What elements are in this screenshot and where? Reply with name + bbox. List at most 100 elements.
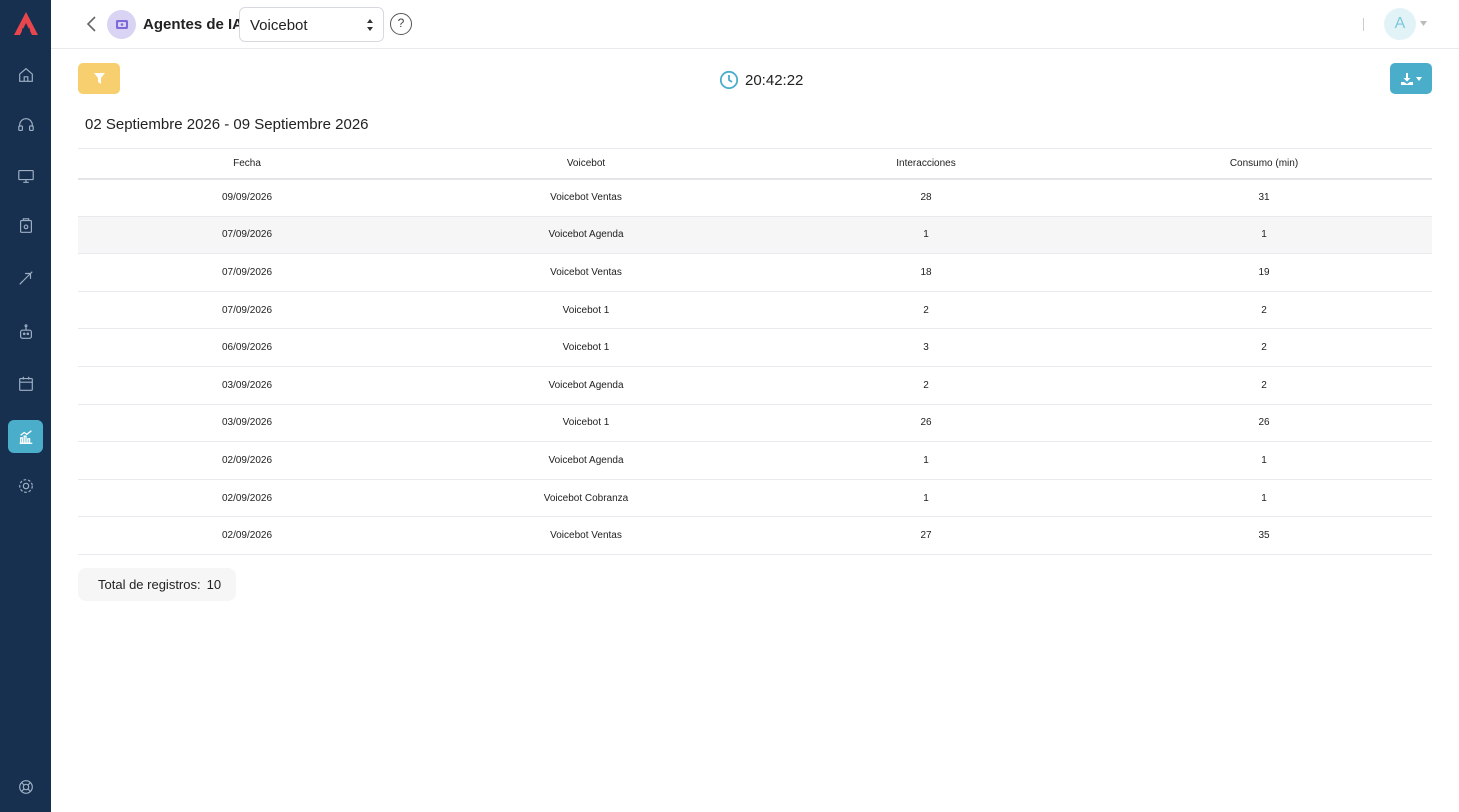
chevron-down-icon <box>1415 76 1422 81</box>
total-records: Total de registros: 10 <box>78 568 236 601</box>
column-header-consumo[interactable]: Consumo (min) <box>1096 148 1432 180</box>
cell-interacciones: 26 <box>756 404 1096 443</box>
cell-consumo: 26 <box>1096 404 1432 443</box>
user-avatar[interactable]: A <box>1384 8 1416 40</box>
report-table: Fecha Voicebot Interacciones Consumo (mi… <box>78 148 1432 555</box>
download-button[interactable] <box>1390 63 1432 94</box>
divider <box>1363 18 1364 31</box>
column-header-interacciones[interactable]: Interacciones <box>756 148 1096 180</box>
cell-voicebot: Voicebot 1 <box>416 328 756 367</box>
sidebar-item-reports[interactable] <box>8 420 43 453</box>
logo-icon[interactable] <box>12 10 40 38</box>
clock-time: 20:42:22 <box>745 72 804 89</box>
filter-button[interactable] <box>78 63 120 94</box>
table-row: 02/09/2026 Voicebot Cobranza 1 1 <box>78 479 1432 518</box>
help-button[interactable]: ? <box>390 13 412 35</box>
filter-icon <box>93 73 105 84</box>
headset-icon <box>17 117 34 131</box>
cell-interacciones: 1 <box>756 216 1096 255</box>
ai-agent-icon <box>107 10 136 39</box>
cell-consumo: 1 <box>1096 216 1432 255</box>
cell-consumo: 31 <box>1096 178 1432 217</box>
table-row: 07/09/2026 Voicebot Ventas 18 19 <box>78 253 1432 292</box>
table-row: 02/09/2026 Voicebot Agenda 1 1 <box>78 441 1432 480</box>
table-header-row: Fecha Voicebot Interacciones Consumo (mi… <box>78 148 1432 180</box>
cell-consumo: 2 <box>1096 366 1432 405</box>
bag-icon <box>19 217 32 233</box>
robot-icon <box>19 323 32 339</box>
cell-fecha: 02/09/2026 <box>78 516 416 555</box>
settings-icon <box>18 478 33 493</box>
chart-icon <box>19 429 32 444</box>
cell-consumo: 35 <box>1096 516 1432 555</box>
column-header-fecha[interactable]: Fecha <box>78 148 416 180</box>
cell-fecha: 06/09/2026 <box>78 328 416 367</box>
cell-voicebot: Voicebot 1 <box>416 291 756 330</box>
top-bar: Agentes de IA: Voicebot ? A <box>51 0 1459 49</box>
sidebar-item-launch[interactable] <box>8 261 43 294</box>
cell-interacciones: 28 <box>756 178 1096 217</box>
cell-interacciones: 1 <box>756 479 1096 518</box>
sidebar-item-monitor[interactable] <box>8 159 43 192</box>
sidebar-item-bots[interactable] <box>8 315 43 348</box>
cell-fecha: 03/09/2026 <box>78 366 416 405</box>
cell-interacciones: 3 <box>756 328 1096 367</box>
cell-interacciones: 2 <box>756 366 1096 405</box>
cell-consumo: 19 <box>1096 253 1432 292</box>
table-row: 09/09/2026 Voicebot Ventas 28 31 <box>78 178 1432 217</box>
clock-icon <box>719 70 739 90</box>
agent-type-select[interactable]: Voicebot <box>239 7 384 42</box>
table-row: 07/09/2026 Voicebot Agenda 1 1 <box>78 216 1432 255</box>
cell-fecha: 03/09/2026 <box>78 404 416 443</box>
cell-fecha: 07/09/2026 <box>78 253 416 292</box>
cell-fecha: 07/09/2026 <box>78 216 416 255</box>
cell-voicebot: Voicebot Ventas <box>416 253 756 292</box>
sidebar-item-contact-center[interactable] <box>8 108 43 141</box>
cell-consumo: 1 <box>1096 479 1432 518</box>
sidebar-item-calendar[interactable] <box>8 367 43 400</box>
cell-voicebot: Voicebot Agenda <box>416 366 756 405</box>
sidebar <box>0 0 51 812</box>
cell-interacciones: 18 <box>756 253 1096 292</box>
cell-fecha: 02/09/2026 <box>78 479 416 518</box>
sidebar-item-home[interactable] <box>8 58 43 91</box>
support-icon <box>18 779 33 794</box>
cell-voicebot: Voicebot Agenda <box>416 216 756 255</box>
table-row: 03/09/2026 Voicebot Agenda 2 2 <box>78 366 1432 405</box>
cell-fecha: 07/09/2026 <box>78 291 416 330</box>
cell-consumo: 1 <box>1096 441 1432 480</box>
total-records-value: 10 <box>206 577 222 592</box>
chevron-down-icon[interactable] <box>1420 21 1427 26</box>
sidebar-item-campaigns[interactable] <box>8 209 43 242</box>
table-row: 07/09/2026 Voicebot 1 2 2 <box>78 291 1432 330</box>
sort-arrows-icon <box>367 19 373 31</box>
cell-interacciones: 2 <box>756 291 1096 330</box>
cell-interacciones: 1 <box>756 441 1096 480</box>
table-row: 02/09/2026 Voicebot Ventas 27 35 <box>78 516 1432 555</box>
monitor-icon <box>17 169 34 183</box>
cell-voicebot: Voicebot 1 <box>416 404 756 443</box>
sidebar-item-settings[interactable] <box>8 469 43 502</box>
cell-fecha: 09/09/2026 <box>78 178 416 217</box>
column-header-voicebot[interactable]: Voicebot <box>416 148 756 180</box>
home-icon <box>18 67 33 82</box>
back-arrow-icon[interactable] <box>85 15 99 33</box>
table-row: 06/09/2026 Voicebot 1 3 2 <box>78 328 1432 367</box>
cell-fecha: 02/09/2026 <box>78 441 416 480</box>
cell-voicebot: Voicebot Ventas <box>416 516 756 555</box>
cell-interacciones: 27 <box>756 516 1096 555</box>
cell-consumo: 2 <box>1096 328 1432 367</box>
table-row: 03/09/2026 Voicebot 1 26 26 <box>78 404 1432 443</box>
cell-voicebot: Voicebot Agenda <box>416 441 756 480</box>
date-range: 02 Septiembre 2026 - 09 Septiembre 2026 <box>85 116 369 133</box>
calendar-icon <box>18 376 33 391</box>
cell-voicebot: Voicebot Cobranza <box>416 479 756 518</box>
sidebar-item-support[interactable] <box>8 770 43 803</box>
cell-consumo: 2 <box>1096 291 1432 330</box>
page-title: Agentes de IA: <box>143 16 249 33</box>
total-records-label: Total de registros: <box>98 577 201 592</box>
download-icon <box>1400 72 1413 85</box>
rocket-icon <box>18 270 33 285</box>
cell-voicebot: Voicebot Ventas <box>416 178 756 217</box>
agent-type-select-value: Voicebot <box>250 17 308 34</box>
